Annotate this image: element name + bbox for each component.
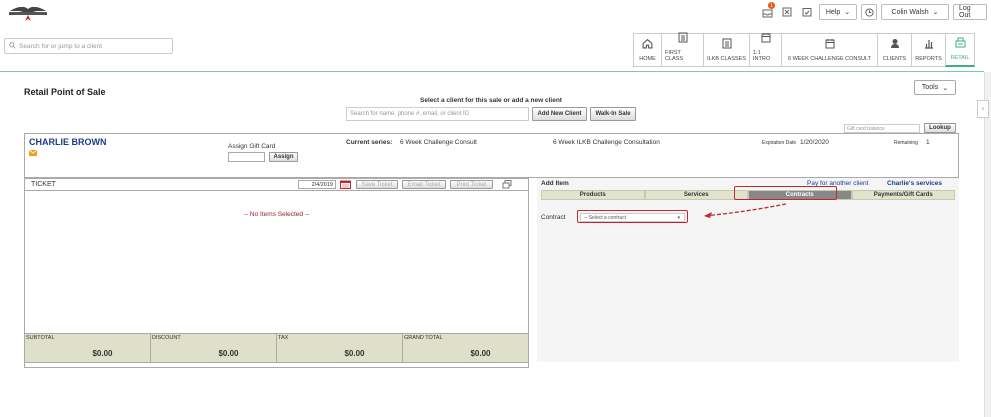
register-icon <box>955 37 966 50</box>
client-jump-search[interactable]: Search for or jump to a client <box>4 38 173 54</box>
gift-card-balance-input[interactable]: Gift card balance <box>844 124 920 133</box>
tax-value: $0.00 <box>344 349 365 358</box>
email-icon[interactable] <box>28 149 38 158</box>
subtotal-value: $0.00 <box>92 349 113 358</box>
client-info-panel: CHARLIE BROWN Assign Gift Card Assign Cu… <box>24 133 959 178</box>
lookup-button[interactable]: Lookup <box>924 123 956 133</box>
search-nav-row: Search for or jump to a client HOME FIRS… <box>0 28 991 72</box>
email-ticket-button[interactable]: Email Ticket <box>402 180 446 189</box>
home-icon <box>642 38 653 51</box>
tools-dropdown[interactable]: Tools ⌄ <box>914 80 956 95</box>
tab-intro[interactable]: 1:1 INTRO <box>749 33 781 67</box>
search-icon <box>9 41 16 51</box>
company-logo[interactable] <box>6 5 50 23</box>
vertical-scrollbar[interactable] <box>984 72 991 417</box>
client-search-input[interactable]: Search for name, phone #, email, or clie… <box>346 107 529 121</box>
top-bar: 1 Help ⌄ Colin Walsh ⌄ Log Out <box>0 0 991 28</box>
chevron-down-icon: ⌄ <box>942 84 949 92</box>
calendar-icon[interactable] <box>340 180 351 191</box>
tab-6-week-challenge-consult[interactable]: 6 WEEK CHALLENGE CONSULT <box>781 33 877 67</box>
logout-button[interactable]: Log Out <box>953 4 987 20</box>
list-icon <box>678 32 688 45</box>
add-item-title: Add Item <box>541 180 569 187</box>
client-services-link[interactable]: Charlie's services <box>887 180 942 187</box>
gift-card-input[interactable] <box>228 152 265 162</box>
copy-icon[interactable] <box>502 180 512 191</box>
remaining-label: Remaining <box>894 140 918 146</box>
chevron-down-icon: ⌄ <box>844 9 851 16</box>
series-name: 6 Week ILKB Challenge Consultation <box>553 139 660 146</box>
tab-retail[interactable]: RETAIL <box>945 33 975 67</box>
tax-cell: TAX $0.00 <box>277 334 403 362</box>
current-series-value: 6 Week Challenge Consult <box>400 139 477 146</box>
grand-total-cell: GRAND TOTAL $0.00 <box>403 334 528 362</box>
main-nav-tabs: HOME FIRST CLASS ILKB CLASSES 1:1 INTRO … <box>633 32 975 67</box>
notification-badge: 1 <box>768 2 775 9</box>
assign-gift-card-label: Assign Gift Card <box>228 143 276 150</box>
help-label: Help <box>825 8 841 16</box>
calendar-icon <box>761 32 771 45</box>
inbox-notification-icon[interactable]: 1 <box>759 2 775 20</box>
no-items-message: -- No Items Selected -- <box>243 211 310 218</box>
print-ticket-button[interactable]: Print Ticket <box>450 180 493 189</box>
add-new-client-button[interactable]: Add New Client <box>532 107 587 121</box>
clock-icon[interactable] <box>861 4 877 20</box>
contract-select-highlight <box>577 210 688 223</box>
tab-payments-gift-cards[interactable]: Payments/Gift Cards <box>851 190 955 200</box>
calendar-check-icon[interactable] <box>799 4 815 20</box>
remaining-value: 1 <box>926 139 930 146</box>
grand-total-value: $0.00 <box>470 349 491 358</box>
close-box-icon[interactable] <box>779 4 795 20</box>
ticket-header: TICKET 2/4/2019 Save Ticket Email Ticket… <box>25 179 528 191</box>
walk-in-sale-button[interactable]: Walk-In Sale <box>590 107 636 121</box>
current-series-label: Current series: <box>346 139 393 146</box>
retail-pos-page: Retail Point of Sale Tools ⌄ Select a cl… <box>0 72 984 417</box>
calendar-icon <box>825 38 835 51</box>
tab-clients[interactable]: CLIENTS <box>877 33 911 67</box>
bar-chart-icon <box>924 38 934 51</box>
subtotal-cell: SUBTOTAL $0.00 <box>25 334 151 362</box>
side-panel-toggle-icon[interactable]: » <box>977 100 989 118</box>
annotation-arrow <box>703 203 787 218</box>
chevron-down-icon: ⌄ <box>932 9 939 16</box>
save-ticket-button[interactable]: Save Ticket <box>356 180 398 189</box>
expiration-label: Expiration Date <box>762 140 797 146</box>
person-icon <box>890 38 900 51</box>
tab-first-class[interactable]: FIRST CLASS <box>661 32 703 67</box>
tab-home[interactable]: HOME <box>633 33 661 67</box>
ticket-totals: SUBTOTAL $0.00 DISCOUNT $0.00 TAX $0.00 … <box>24 333 529 363</box>
search-placeholder: Search for or jump to a client <box>19 42 103 50</box>
select-client-prompt: Select a client for this sale or add a n… <box>420 97 562 104</box>
tab-ilkb-classes[interactable]: ILKB CLASSES <box>703 33 749 67</box>
page-title: Retail Point of Sale <box>24 87 106 97</box>
user-name: Colin Walsh <box>891 8 929 16</box>
contracts-tab-highlight <box>734 186 837 200</box>
tab-reports[interactable]: REPORTS <box>911 33 945 67</box>
assign-button[interactable]: Assign <box>269 152 298 162</box>
client-name[interactable]: CHARLIE BROWN <box>29 137 107 147</box>
user-menu-dropdown[interactable]: Colin Walsh ⌄ <box>881 4 949 20</box>
expiration-value: 1/20/2020 <box>800 139 829 146</box>
help-dropdown[interactable]: Help ⌄ <box>819 4 857 20</box>
list-icon <box>722 38 732 51</box>
tab-services[interactable]: Services <box>644 190 748 200</box>
contract-label: Contract <box>541 214 566 221</box>
ticket-date-input[interactable]: 2/4/2019 <box>298 180 336 189</box>
discount-cell: DISCOUNT $0.00 <box>151 334 277 362</box>
discount-value: $0.00 <box>218 349 239 358</box>
tab-products[interactable]: Products <box>541 190 645 200</box>
ticket-title: TICKET <box>31 181 56 188</box>
